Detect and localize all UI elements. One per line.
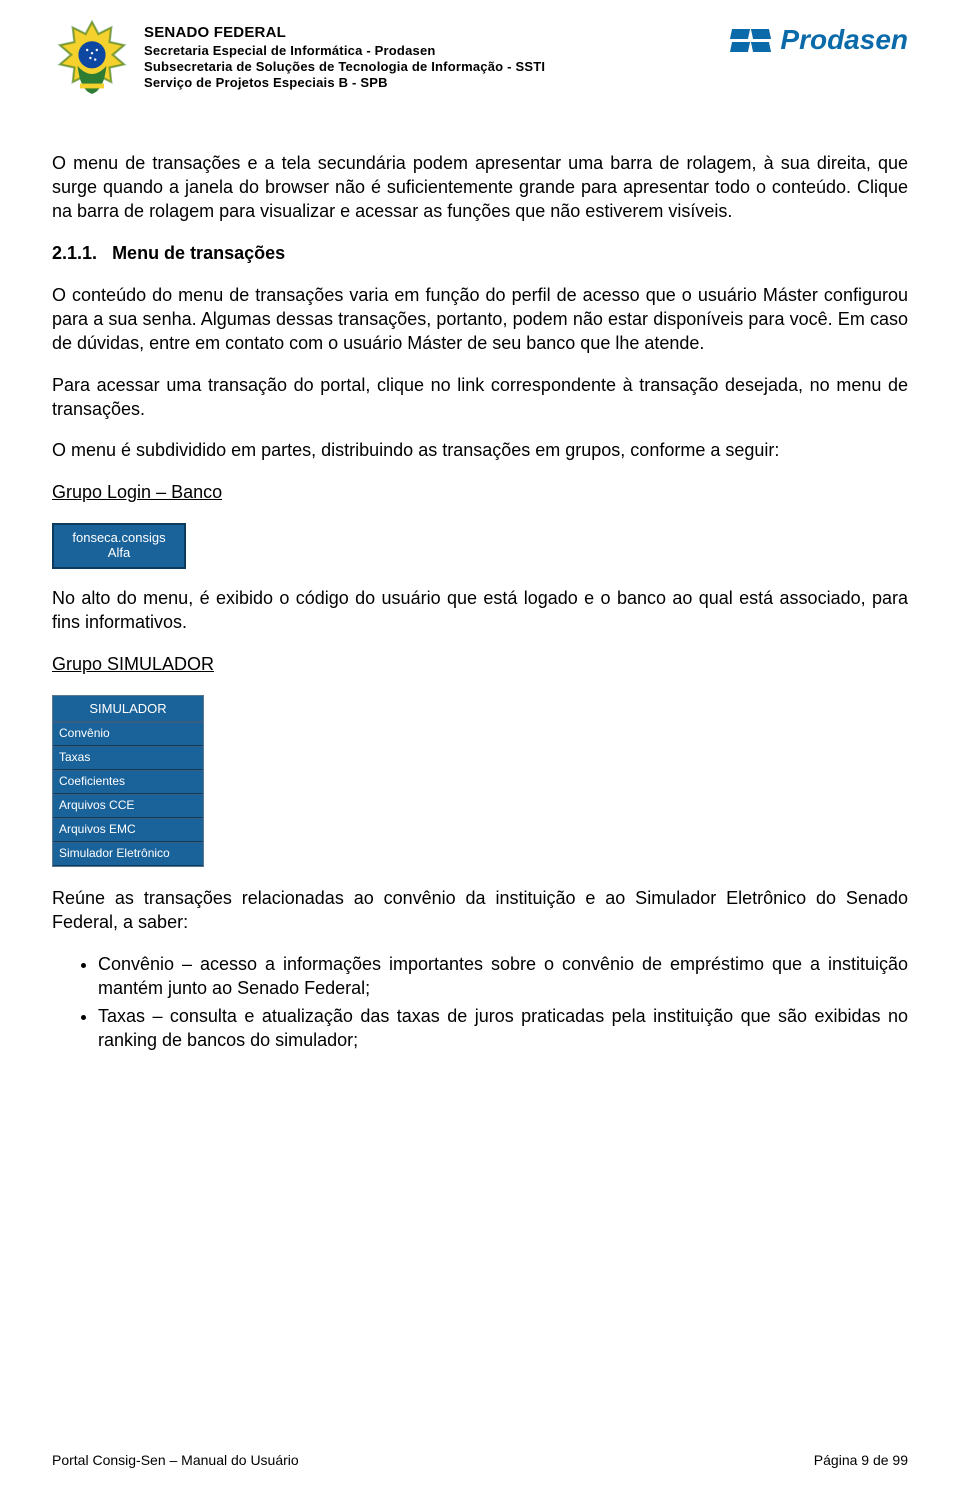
menu-sim-header: SIMULADOR (53, 696, 203, 722)
menu-sim-item: Arquivos EMC (53, 818, 203, 842)
group-login-heading: Grupo Login – Banco (52, 481, 908, 505)
footer-left: Portal Consig-Sen – Manual do Usuário (52, 1452, 299, 1468)
prodasen-glyph-icon (726, 18, 774, 62)
brazil-coat-of-arms-icon (52, 18, 132, 98)
menu-sim-preview: SIMULADOR Convênio Taxas Coeficientes Ar… (52, 695, 204, 867)
menu-sim-item: Taxas (53, 746, 203, 770)
bullet-item: Convênio – acesso a informações importan… (98, 953, 908, 1001)
paragraph-intro: O menu de transações e a tela secundária… (52, 152, 908, 224)
header-line-3: Serviço de Projetos Especiais B - SPB (144, 75, 908, 91)
section-heading: 2.1.1. Menu de transações (52, 242, 908, 266)
section-title: Menu de transações (112, 243, 285, 263)
page-header: SENADO FEDERAL Secretaria Especial de In… (52, 18, 908, 98)
menu-sim-item: Arquivos CCE (53, 794, 203, 818)
bullet-item: Taxas – consulta e atualização das taxas… (98, 1005, 908, 1053)
prodasen-logo: Prodasen (726, 18, 908, 62)
page: SENADO FEDERAL Secretaria Especial de In… (0, 0, 960, 1490)
group-sim-heading: Grupo SIMULADOR (52, 653, 908, 677)
paragraph-2: O conteúdo do menu de transações varia e… (52, 284, 908, 356)
section-number: 2.1.1. (52, 242, 97, 266)
document-body: O menu de transações e a tela secundária… (52, 152, 908, 1053)
menu-login-user: fonseca.consigs (72, 531, 165, 546)
paragraph-6: Reúne as transações relacionadas ao conv… (52, 887, 908, 935)
prodasen-name: Prodasen (780, 24, 908, 56)
menu-login-preview: fonseca.consigs Alfa (52, 523, 186, 569)
paragraph-3: Para acessar uma transação do portal, cl… (52, 374, 908, 422)
menu-sim-item: Coeficientes (53, 770, 203, 794)
paragraph-4: O menu é subdividido em partes, distribu… (52, 439, 908, 463)
page-footer: Portal Consig-Sen – Manual do Usuário Pá… (52, 1452, 908, 1468)
menu-sim-item: Convênio (53, 722, 203, 746)
footer-right: Página 9 de 99 (814, 1452, 908, 1468)
paragraph-5: No alto do menu, é exibido o código do u… (52, 587, 908, 635)
menu-sim-item: Simulador Eletrônico (53, 842, 203, 866)
menu-login-bank: Alfa (108, 546, 130, 561)
bullet-list: Convênio – acesso a informações importan… (98, 953, 908, 1053)
